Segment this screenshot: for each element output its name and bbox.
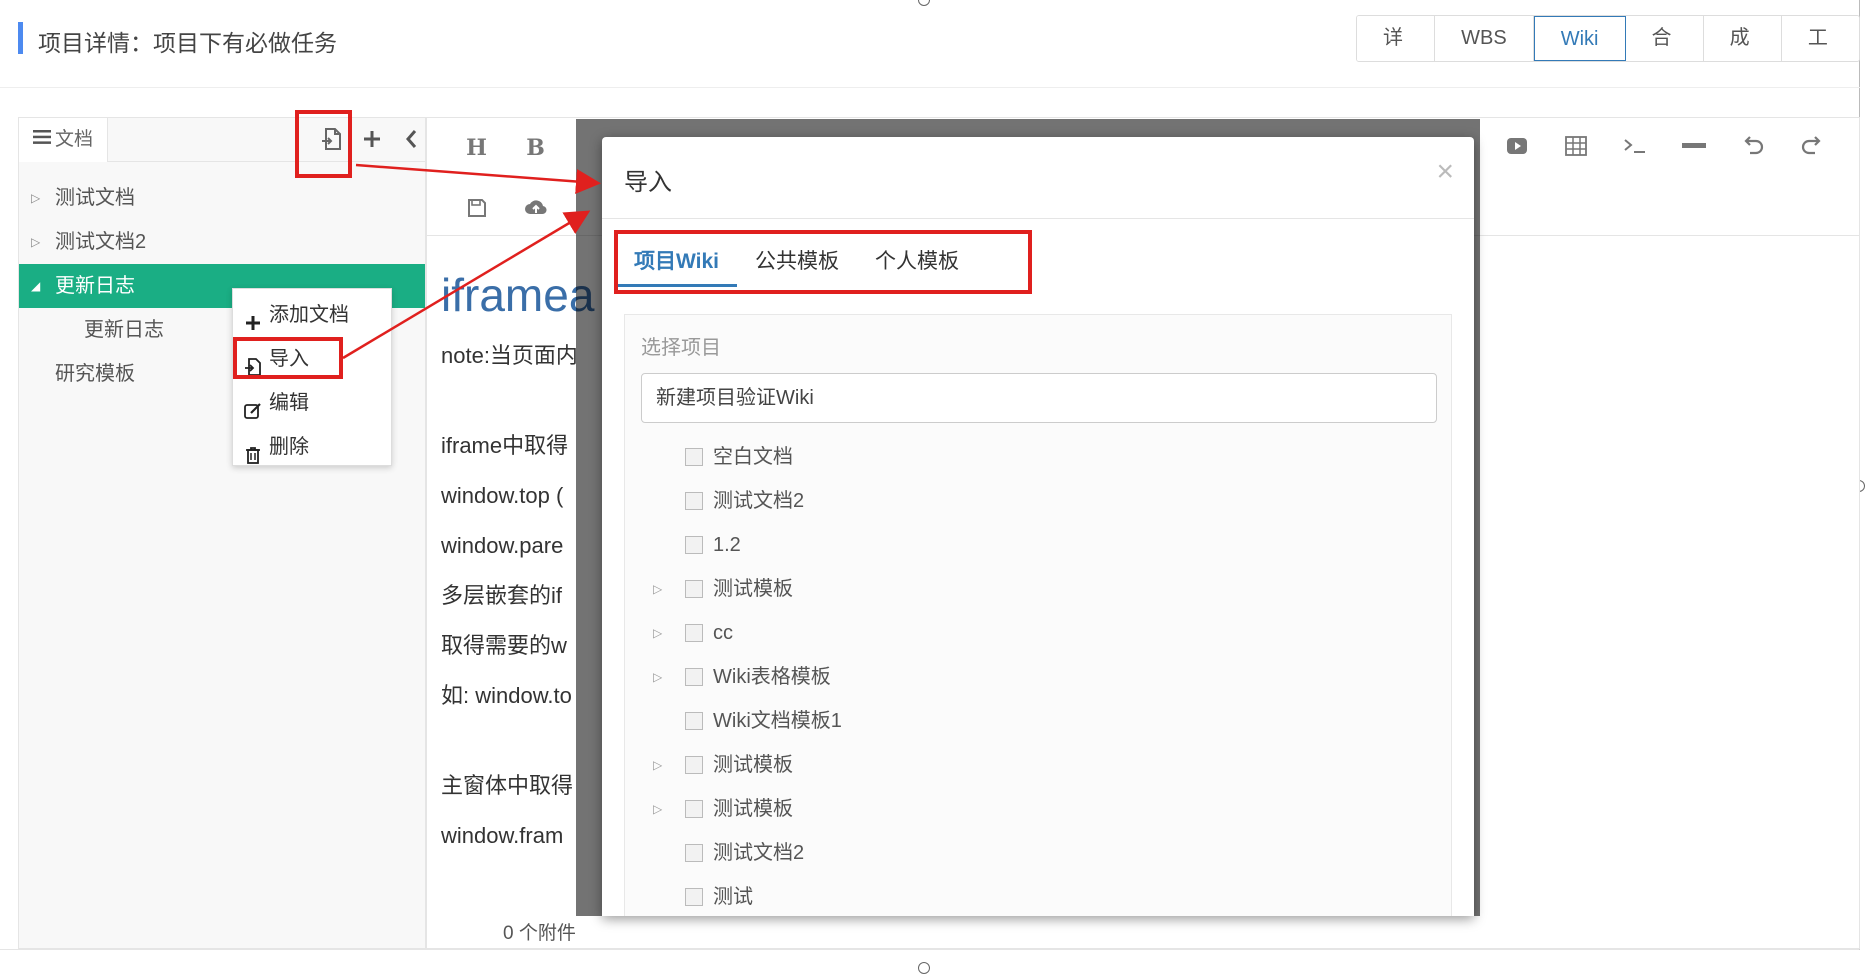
arrow-icon-to-modal bbox=[355, 163, 601, 194]
arrow-menu-to-modal bbox=[342, 210, 591, 360]
annotation-arrows bbox=[342, 163, 601, 360]
